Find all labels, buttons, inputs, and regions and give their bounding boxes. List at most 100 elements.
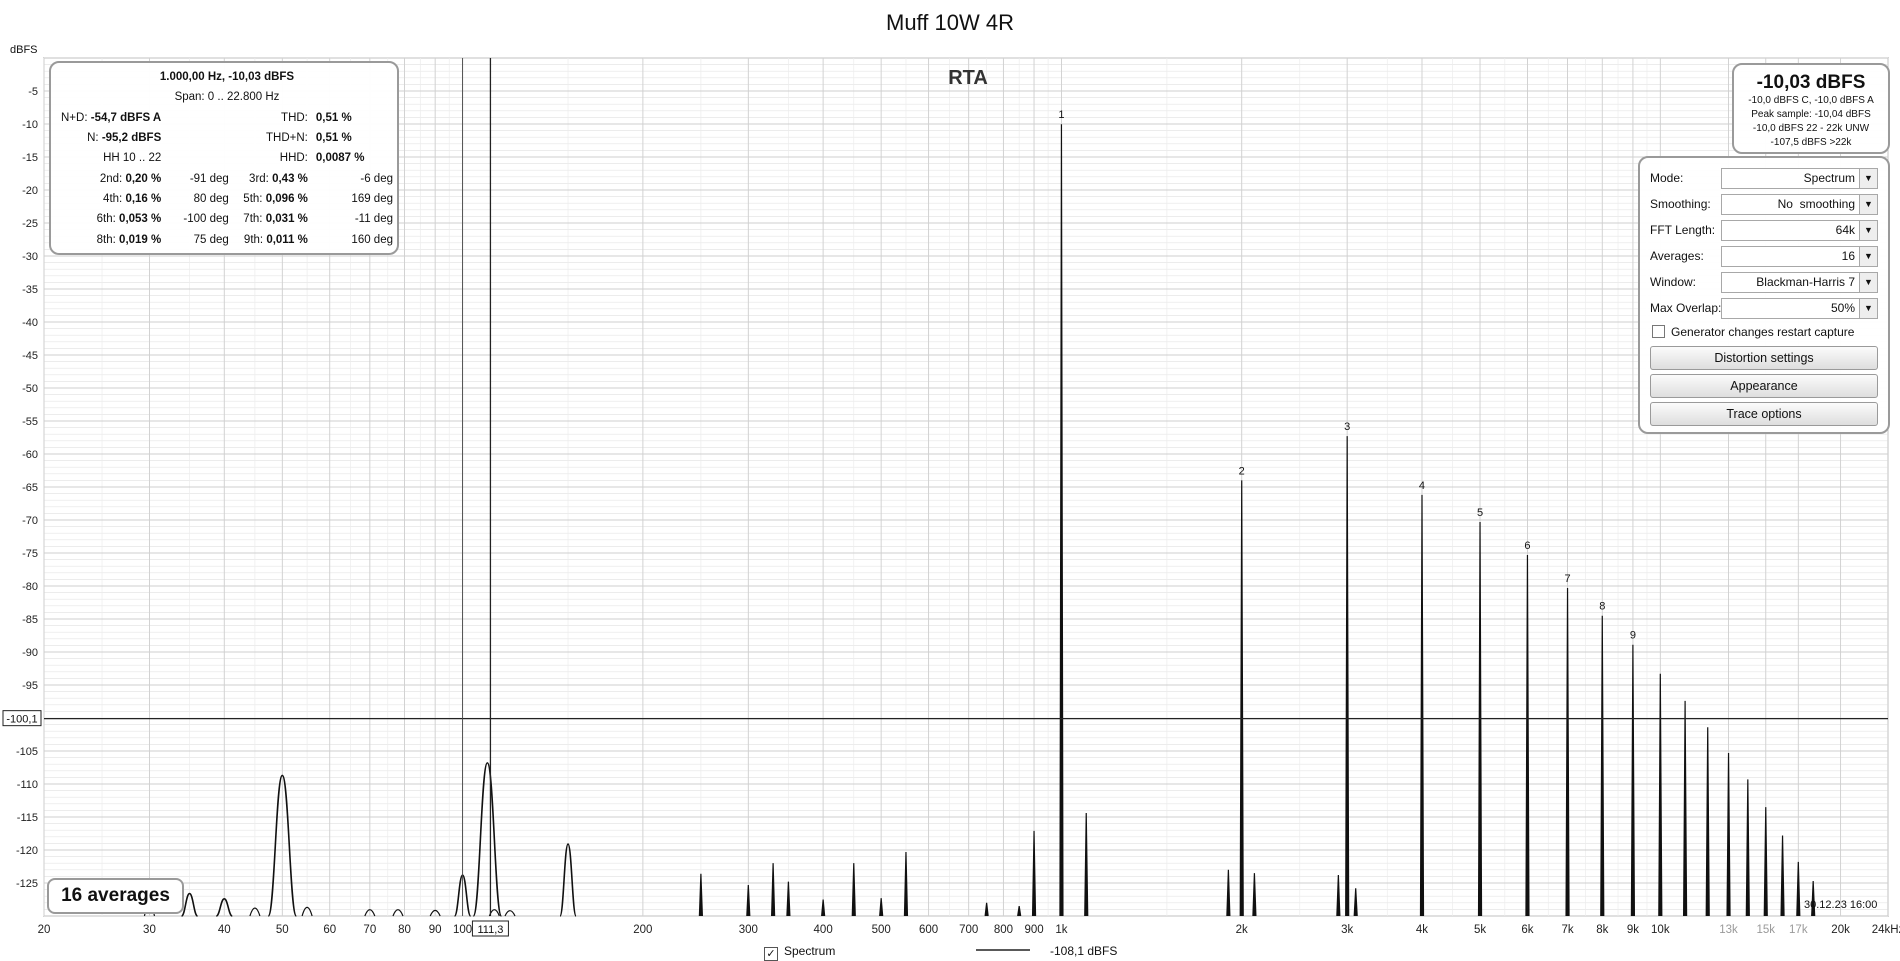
window-value: Blackman-Harris 7 (1756, 275, 1855, 289)
harmonic-marker-label: 8 (1599, 601, 1605, 613)
generator-restart-checkbox[interactable]: Generator changes restart capture (1652, 325, 1854, 339)
smoothing-select[interactable]: No smoothing ▼ (1721, 194, 1878, 215)
chevron-down-icon[interactable]: ▼ (1859, 169, 1877, 188)
chevron-down-icon[interactable]: ▼ (1859, 273, 1877, 292)
averages-select[interactable]: 16 ▼ (1721, 246, 1878, 267)
mode-row: Mode: Spectrum ▼ (1650, 168, 1878, 189)
harmonic-label: 2nd: (99, 172, 123, 185)
harmonic-phase: 75 deg (193, 233, 229, 246)
y-tick-label: -120 (16, 845, 38, 857)
x-tick-label: 30 (143, 924, 156, 936)
harmonic-value: 0,053 % (119, 213, 162, 226)
thdn-label: THD+N: (266, 132, 308, 145)
max-overlap-select[interactable]: 50% ▼ (1721, 298, 1878, 319)
thd-label: THD: (281, 111, 308, 124)
x-tick-label: 6k (1521, 924, 1533, 936)
harmonic-label: 4th: (103, 192, 123, 205)
harmonic-row: 8th: 0,019 % 75 deg 9th: 0,011 % 160 deg (57, 229, 397, 249)
thd-value: 0,51 % (315, 111, 352, 124)
harmonic-marker-label: 9 (1630, 630, 1636, 642)
harmonic-value: 0,43 % (272, 172, 308, 185)
max-overlap-label: Max Overlap: (1650, 301, 1722, 315)
chevron-down-icon[interactable]: ▼ (1859, 247, 1877, 266)
distortion-settings-button[interactable]: Distortion settings (1650, 346, 1878, 370)
y-tick-label: -35 (22, 284, 38, 296)
fft-length-label: FFT Length: (1650, 223, 1716, 237)
level-line: -107,5 dBFS >22k (1770, 137, 1852, 148)
fft-length-select[interactable]: 64k ▼ (1721, 220, 1878, 241)
x-tick-label: 10k (1651, 924, 1670, 936)
fft-length-row: FFT Length: 64k ▼ (1650, 220, 1878, 241)
y-tick-label: -90 (22, 647, 38, 659)
smoothing-row: Smoothing: No smoothing ▼ (1650, 194, 1878, 215)
harmonic-phase: 169 deg (351, 192, 393, 205)
y-tick-label: -20 (22, 185, 38, 197)
appearance-button[interactable]: Appearance (1650, 374, 1878, 398)
smoothing-value: No smoothing (1777, 197, 1855, 211)
nd-label: N+D: (61, 111, 88, 124)
y-tick-label: -55 (22, 416, 38, 428)
x-tick-label: 5k (1474, 924, 1486, 936)
x-tick-label: 200 (633, 924, 652, 936)
y-tick-label: -15 (22, 152, 38, 164)
rta-controls-panel: Mode: Spectrum ▼ Smoothing: No smoothing ▼… (1638, 156, 1890, 434)
averages-value: 16 (1841, 249, 1855, 263)
cursor-x-readout: 111,3 (477, 924, 503, 936)
legend-checkbox[interactable]: ✓ (764, 947, 778, 961)
x-tick-label: 20 (38, 924, 51, 936)
x-tick-label: 7k (1561, 924, 1573, 936)
harmonic-marker-label: 3 (1344, 421, 1350, 433)
y-tick-label: -65 (22, 482, 38, 494)
level-readout-panel[interactable]: -10,03 dBFS -10,0 dBFS C, -10,0 dBFS A P… (1732, 63, 1890, 154)
y-tick-label: -75 (22, 548, 38, 560)
x-tick-label: 300 (739, 924, 758, 936)
chevron-down-icon[interactable]: ▼ (1859, 299, 1877, 318)
x-tick-label: 8k (1596, 924, 1608, 936)
harmonic-value: 0,20 % (125, 172, 162, 185)
window-select[interactable]: Blackman-Harris 7 ▼ (1721, 272, 1878, 293)
checkbox-box[interactable] (1652, 325, 1665, 338)
legend-line-icon (976, 949, 1030, 951)
x-tick-label: 24kHz (1872, 924, 1900, 936)
y-tick-label: -125 (16, 878, 38, 890)
legend-line-sample (976, 944, 1030, 958)
x-tick-label: 20k (1831, 924, 1850, 936)
n-label: N: (87, 132, 99, 145)
y-tick-label: -60 (22, 449, 38, 461)
timestamp: 30.12.23 16:00 (1804, 899, 1878, 911)
harmonic-phase: 160 deg (351, 233, 393, 246)
harmonic-value: 0,096 % (265, 192, 308, 205)
x-tick-label: 700 (959, 924, 978, 936)
smoothing-label: Smoothing: (1650, 197, 1711, 211)
harmonic-label: 5th: (243, 192, 263, 205)
level-line: -10,0 dBFS 22 - 22k UNW (1752, 123, 1870, 134)
y-tick-label: -50 (22, 383, 38, 395)
x-tick-label: 600 (919, 924, 938, 936)
harmonic-label: 7th: (243, 213, 263, 226)
harmonic-label: 3rd: (249, 172, 269, 185)
averages-row: Averages: 16 ▼ (1650, 246, 1878, 267)
n-value: -95,2 dBFS (101, 132, 162, 145)
mode-select[interactable]: Spectrum ▼ (1721, 168, 1878, 189)
max-overlap-row: Max Overlap: 50% ▼ (1650, 298, 1878, 319)
averages-badge: 16 averages (47, 878, 184, 914)
distortion-stats-panel[interactable]: 1.000,00 Hz, -10,03 dBFS Span: 0 .. 22.8… (49, 61, 399, 255)
y-tick-label: -80 (22, 581, 38, 593)
trace-options-button[interactable]: Trace options (1650, 402, 1878, 426)
x-tick-label: 15k (1756, 924, 1775, 936)
harmonic-row: 4th: 0,16 % 80 deg 5th: 0,096 % 169 deg (57, 189, 397, 209)
x-tick-label: 1k (1055, 924, 1067, 936)
chevron-down-icon[interactable]: ▼ (1859, 195, 1877, 214)
harmonic-row: 2nd: 0,20 % -91 deg 3rd: 0,43 % -6 deg (57, 168, 397, 188)
x-tick-label: 400 (814, 924, 833, 936)
y-tick-label: -115 (17, 812, 38, 824)
window-label: Window: (1650, 275, 1697, 289)
harmonic-phase: -11 deg (354, 213, 393, 226)
y-tick-label: -95 (22, 680, 38, 692)
harmonic-marker-label: 7 (1564, 573, 1570, 585)
harmonic-value: 0,011 % (266, 233, 308, 246)
chevron-down-icon[interactable]: ▼ (1859, 221, 1877, 240)
harmonic-phase: -100 deg (183, 213, 229, 226)
thdn-value: 0,51 % (315, 132, 352, 145)
legend-spectrum[interactable]: ✓ Spectrum (764, 944, 835, 961)
